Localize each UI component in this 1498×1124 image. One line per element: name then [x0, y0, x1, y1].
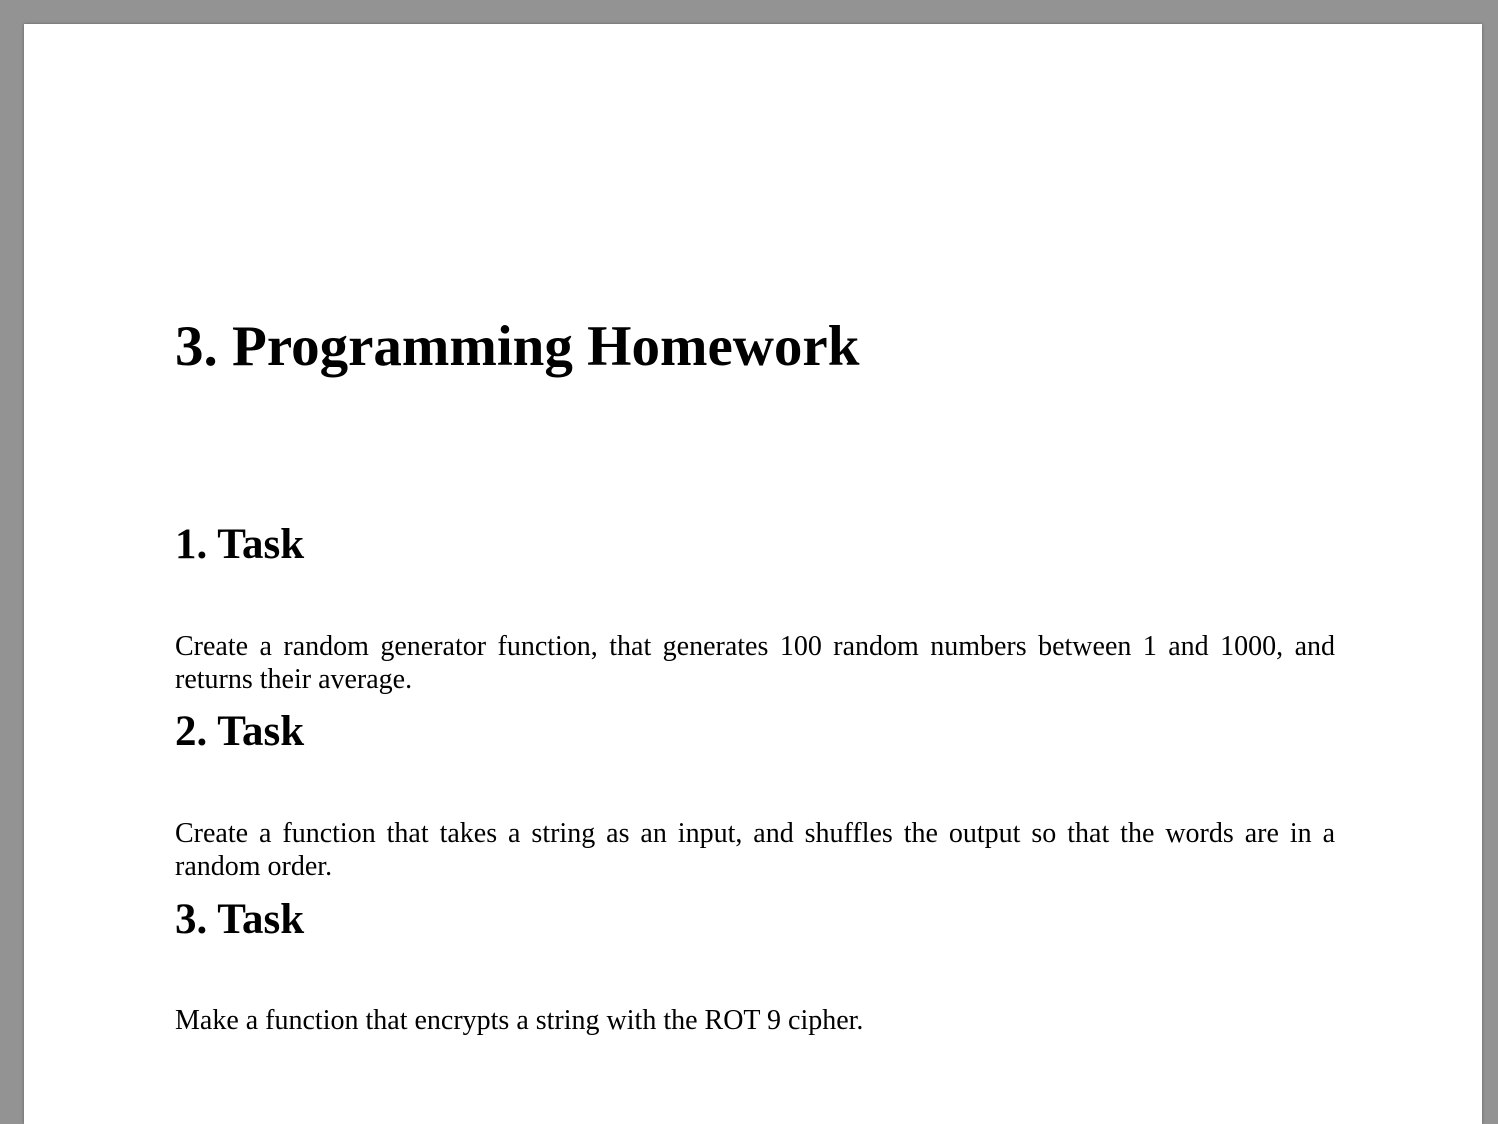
- task-heading-3: 3. Task: [175, 896, 305, 943]
- document-page: 3. Programming Homework 1. Task Create a…: [24, 24, 1482, 1124]
- task-description-2: Create a function that takes a string as…: [175, 818, 1335, 882]
- task-description-1: Create a random generator function, that…: [175, 631, 1335, 695]
- task-description-3: Make a function that encrypts a string w…: [175, 1005, 864, 1036]
- document-title: 3. Programming Homework: [175, 315, 860, 378]
- task-heading-2: 2. Task: [175, 708, 305, 755]
- task-heading-1: 1. Task: [175, 521, 305, 568]
